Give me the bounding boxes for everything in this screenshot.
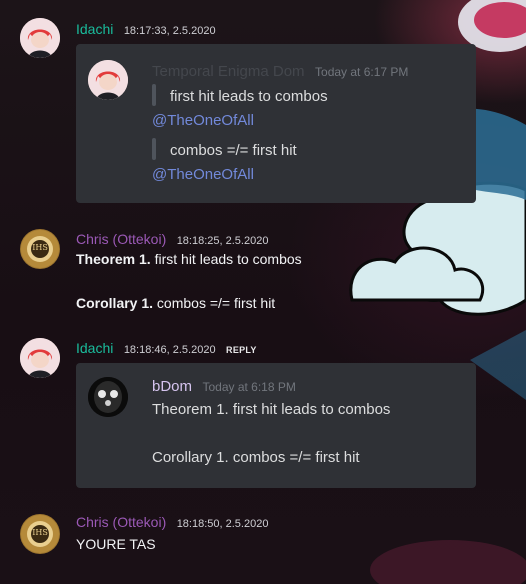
embed-author-avatar bbox=[88, 60, 128, 100]
timestamp: 18:18:25, 2.5.2020 bbox=[176, 235, 269, 247]
user-avatar-chris[interactable]: IHS bbox=[20, 229, 60, 269]
embed-author-name: Temporal Enigma Dom bbox=[152, 63, 305, 80]
avatar-image bbox=[88, 60, 128, 100]
embed-timestamp: Today at 6:18 PM bbox=[202, 380, 296, 394]
quote-text: Theorem 1. first hit leads to combos bbox=[152, 401, 391, 418]
embed-header: Temporal Enigma Dom Today at 6:17 PM bbox=[152, 63, 408, 81]
username[interactable]: Idachi bbox=[76, 21, 113, 37]
message-header: Chris (Ottekoi) 18:18:50, 2.5.2020 bbox=[76, 514, 268, 532]
user-avatar-idachi[interactable] bbox=[20, 18, 60, 58]
quote-bar bbox=[152, 138, 156, 160]
timestamp: 18:18:46, 2.5.2020 bbox=[123, 344, 216, 356]
quote-text: combos =/= first hit bbox=[170, 142, 297, 159]
embed-header: bDom Today at 6:18 PM bbox=[152, 378, 296, 396]
user-mention[interactable]: @TheOneOfAll bbox=[152, 112, 254, 129]
avatar-monogram: IHS bbox=[32, 243, 48, 252]
message-header: Chris (Ottekoi) 18:18:25, 2.5.2020 bbox=[76, 231, 268, 249]
user-avatar-idachi[interactable] bbox=[20, 338, 60, 378]
quote-text: Corollary 1. combos =/= first hit bbox=[152, 449, 360, 466]
quoted-message-embed: bDom Today at 6:18 PM Theorem 1. first h… bbox=[76, 363, 476, 488]
username[interactable]: Idachi bbox=[76, 340, 113, 356]
avatar-monogram: IHS bbox=[32, 528, 48, 537]
message-text: combos =/= first hit bbox=[153, 295, 276, 311]
username[interactable]: Chris (Ottekoi) bbox=[76, 231, 166, 247]
message-line: Corollary 1. combos =/= first hit bbox=[76, 295, 275, 311]
quote-bar bbox=[152, 84, 156, 106]
avatar-image bbox=[20, 18, 60, 58]
embed-timestamp: Today at 6:17 PM bbox=[315, 65, 409, 79]
avatar-image bbox=[88, 377, 128, 417]
user-mention[interactable]: @TheOneOfAll bbox=[152, 166, 254, 183]
message-text: first hit leads to combos bbox=[150, 251, 302, 267]
timestamp: 18:18:50, 2.5.2020 bbox=[176, 518, 269, 530]
embed-author-name: bDom bbox=[152, 378, 193, 395]
username[interactable]: Chris (Ottekoi) bbox=[76, 514, 166, 530]
quoted-message-embed: Temporal Enigma Dom Today at 6:17 PM fir… bbox=[76, 44, 476, 203]
message-header: Idachi 18:18:46, 2.5.2020 REPLY bbox=[76, 340, 257, 358]
bold-text: Theorem 1. bbox=[76, 251, 151, 267]
bold-text: Corollary 1. bbox=[76, 295, 154, 311]
embed-author-avatar bbox=[88, 377, 128, 417]
user-avatar-chris[interactable]: IHS bbox=[20, 514, 60, 554]
quote-text: first hit leads to combos bbox=[170, 88, 328, 105]
reply-tag: REPLY bbox=[226, 345, 257, 355]
timestamp: 18:17:33, 2.5.2020 bbox=[123, 25, 216, 37]
message-text: YOURE TAS bbox=[76, 536, 156, 552]
message-line: Theorem 1. first hit leads to combos bbox=[76, 251, 302, 267]
message-header: Idachi 18:17:33, 2.5.2020 bbox=[76, 21, 216, 39]
avatar-image bbox=[20, 338, 60, 378]
